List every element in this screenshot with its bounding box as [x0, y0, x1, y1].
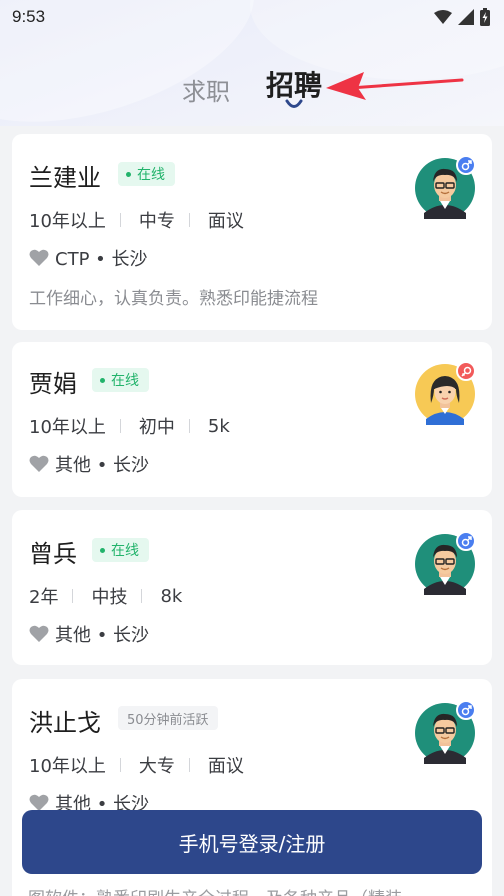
candidate-name: 洪止戈 — [29, 709, 101, 737]
avatar — [414, 531, 476, 595]
male-icon — [456, 531, 476, 551]
wifi-icon — [434, 10, 452, 24]
heart-icon — [29, 625, 49, 642]
avatar — [414, 361, 476, 425]
job-location: CTP • 长沙 — [29, 245, 147, 271]
heart-icon — [29, 455, 49, 472]
status-label: 在线 — [111, 543, 139, 559]
signal-icon — [458, 9, 474, 25]
education: 中技 — [91, 587, 128, 608]
education: 初中 — [138, 417, 175, 438]
status-bar: 9:53 — [0, 0, 504, 34]
job-location: 其他 • 长沙 — [29, 621, 149, 647]
candidate-card[interactable]: 兰建业 在线 10年以上 中专 面议 CTP • 长沙 工作细心，认真负责。熟悉… — [12, 134, 492, 330]
online-dot — [100, 547, 105, 553]
divider — [188, 758, 190, 772]
avatar — [414, 155, 476, 219]
candidate-card[interactable]: 曾兵 在线 2年 中技 8k 其他 • 长沙 — [12, 510, 492, 665]
system-icons — [434, 8, 490, 26]
online-dot — [100, 377, 105, 383]
candidate-name: 兰建业 — [29, 164, 101, 192]
female-icon — [456, 361, 476, 381]
online-dot — [126, 171, 131, 177]
male-icon — [456, 700, 476, 720]
status-label: 在线 — [137, 167, 165, 183]
divider — [188, 213, 190, 227]
annotation-arrow — [326, 72, 464, 100]
location-label: 其他 • 长沙 — [55, 455, 150, 476]
divider — [119, 213, 121, 227]
experience: 10年以上 — [29, 417, 106, 438]
candidate-name: 贾娟 — [29, 370, 77, 398]
experience: 2年 — [29, 587, 59, 608]
header: 9:53 求职 招聘 — [0, 0, 504, 126]
battery-icon — [480, 8, 490, 26]
status-badge: 在线 — [92, 538, 149, 562]
candidate-description-partial: 图软件；熟悉印刷生产全过程，及各种产品（精装 — [28, 884, 402, 896]
salary: 8k — [160, 585, 183, 607]
divider — [188, 419, 190, 433]
salary: 面议 — [207, 211, 244, 232]
status-time: 9:53 — [12, 7, 46, 26]
divider — [72, 589, 74, 603]
divider — [119, 419, 121, 433]
candidate-name: 曾兵 — [29, 540, 77, 568]
tab-job-seeking[interactable]: 求职 — [182, 72, 230, 107]
status-label: 50分钟前活跃 — [127, 712, 209, 728]
divider — [141, 589, 143, 603]
phone-login-register-button[interactable]: 手机号登录/注册 — [22, 810, 482, 874]
education: 大专 — [138, 756, 175, 777]
tab-active-indicator — [285, 99, 303, 108]
divider — [119, 758, 121, 772]
job-location: 其他 • 长沙 — [29, 451, 149, 477]
status-label: 在线 — [111, 373, 139, 389]
heart-icon — [29, 249, 49, 266]
salary: 5k — [207, 415, 230, 437]
male-icon — [456, 155, 476, 175]
salary: 面议 — [207, 756, 244, 777]
location-label: CTP • 长沙 — [55, 249, 148, 270]
experience: 10年以上 — [29, 756, 106, 777]
experience: 10年以上 — [29, 211, 106, 232]
candidate-card[interactable]: 贾娟 在线 10年以上 初中 5k 其他 • 长沙 — [12, 342, 492, 497]
location-label: 其他 • 长沙 — [55, 625, 150, 646]
status-badge: 50分钟前活跃 — [118, 706, 218, 730]
candidate-meta: 10年以上 初中 5k — [29, 413, 230, 439]
status-badge: 在线 — [92, 368, 149, 392]
candidate-meta: 2年 中技 8k — [29, 583, 182, 609]
education: 中专 — [138, 211, 175, 232]
status-badge: 在线 — [118, 162, 175, 186]
candidate-meta: 10年以上 中专 面议 — [29, 207, 244, 233]
candidate-meta: 10年以上 大专 面议 — [29, 752, 244, 778]
candidate-description: 工作细心，认真负责。熟悉印能捷流程 — [29, 289, 318, 309]
avatar — [414, 700, 476, 764]
